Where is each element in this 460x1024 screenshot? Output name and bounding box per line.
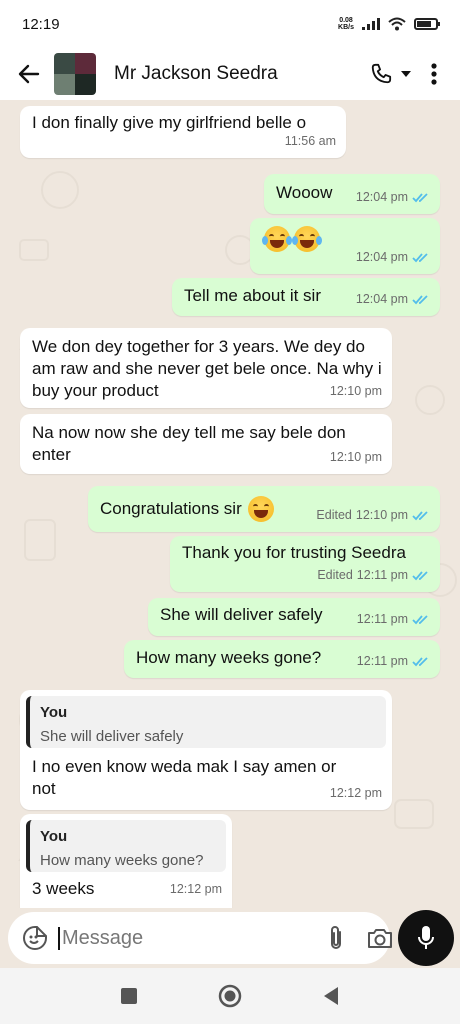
message-time: 12:10 pm xyxy=(329,384,382,398)
sticker-button[interactable] xyxy=(22,925,48,951)
quoted-message[interactable]: You She will deliver safely xyxy=(26,696,386,748)
read-ticks-icon xyxy=(412,614,428,624)
microphone-icon xyxy=(418,926,434,949)
read-ticks-icon xyxy=(412,192,428,202)
message-outgoing[interactable]: Congratulations sir Edited 12:10 pm xyxy=(88,486,440,532)
message-time: 12:10 pm xyxy=(329,450,382,464)
message-incoming-reply[interactable]: You She will deliver safely I no even kn… xyxy=(20,690,392,810)
message-incoming[interactable]: I don finally give my girlfriend belle o… xyxy=(20,106,346,158)
message-incoming[interactable]: Na now now she dey tell me say bele don … xyxy=(20,414,392,474)
message-outgoing[interactable]: 12:04 pm xyxy=(250,218,440,274)
more-options-button[interactable] xyxy=(422,59,446,89)
message-time: 12:12 pm xyxy=(329,786,382,800)
dropdown-arrow-icon xyxy=(401,71,411,77)
message-input[interactable] xyxy=(58,926,327,950)
home-button[interactable] xyxy=(218,984,242,1008)
message-outgoing[interactable]: Thank you for trusting Seedra Edited 12:… xyxy=(170,536,440,592)
read-ticks-icon xyxy=(412,656,428,666)
message-time: 12:11 pm xyxy=(356,612,408,626)
message-text: 3 weeks xyxy=(32,879,95,898)
tears-of-joy-emoji xyxy=(262,226,292,252)
phone-icon xyxy=(371,63,392,84)
message-time: 12:04 pm xyxy=(355,250,408,264)
contact-name[interactable]: Mr Jackson Seedra xyxy=(114,63,370,85)
quoted-message[interactable]: You How many weeks gone? xyxy=(26,820,226,872)
camera-icon xyxy=(368,929,392,948)
message-outgoing[interactable]: She will deliver safely 12:11 pm xyxy=(148,598,440,636)
message-text: I no even know weda mak I say amen or no… xyxy=(32,757,337,798)
message-text: Wooow xyxy=(276,183,333,202)
read-ticks-icon xyxy=(412,294,428,304)
contact-avatar[interactable] xyxy=(54,53,96,95)
message-time: 12:12 pm xyxy=(169,882,222,896)
quote-text: She will deliver safely xyxy=(40,728,184,745)
message-time: 12:04 pm xyxy=(355,292,408,306)
status-icons: 0.08 KB/s xyxy=(338,17,440,31)
chat-area[interactable]: I don finally give my girlfriend belle o… xyxy=(0,100,460,908)
composer-bar xyxy=(0,908,460,968)
back-button[interactable] xyxy=(14,59,44,89)
message-text: Na now now she dey tell me say bele don … xyxy=(32,423,346,464)
message-text: Congratulations sir xyxy=(100,496,274,522)
battery-icon xyxy=(414,18,440,30)
quote-author: You xyxy=(40,828,68,845)
read-ticks-icon xyxy=(412,252,428,262)
message-time: 12:04 pm xyxy=(355,190,408,204)
system-nav-bar xyxy=(0,968,460,1024)
chat-header: Mr Jackson Seedra xyxy=(0,48,460,100)
message-outgoing[interactable]: Wooow 12:04 pm xyxy=(264,174,440,214)
message-time: 12:10 pm xyxy=(355,508,408,522)
net-speed: 0.08 KB/s xyxy=(338,17,354,31)
more-vertical-icon xyxy=(431,63,437,85)
wifi-icon xyxy=(388,17,406,31)
attach-button[interactable] xyxy=(327,925,345,951)
message-outgoing[interactable]: Tell me about it sir 12:04 pm xyxy=(172,278,440,316)
camera-button[interactable] xyxy=(367,927,393,949)
status-bar: 12:19 0.08 KB/s xyxy=(0,0,460,48)
sticker-icon xyxy=(23,926,47,950)
message-time: 11:56 am xyxy=(284,134,336,148)
recent-apps-button[interactable] xyxy=(120,987,138,1005)
paperclip-icon xyxy=(331,926,341,949)
message-box xyxy=(8,912,393,964)
message-time: 12:11 pm xyxy=(356,568,408,582)
back-arrow-icon xyxy=(18,64,40,84)
call-button[interactable] xyxy=(370,59,412,89)
message-text: Thank you for trusting Seedra xyxy=(182,543,406,562)
signal-icon xyxy=(362,18,380,30)
message-text: Tell me about it sir xyxy=(184,286,321,305)
status-time: 12:19 xyxy=(22,15,60,33)
message-time: 12:11 pm xyxy=(356,654,408,668)
edited-label: Edited xyxy=(316,508,352,522)
message-text: I don finally give my girlfriend belle o xyxy=(32,113,307,132)
back-nav-button[interactable] xyxy=(322,986,340,1006)
edited-label: Edited xyxy=(317,568,353,582)
message-text: She will deliver safely xyxy=(160,605,323,624)
message-incoming[interactable]: We don dey together for 3 years. We dey … xyxy=(20,328,392,408)
quote-text: How many weeks gone? xyxy=(40,852,204,869)
tears-of-joy-emoji xyxy=(292,226,322,252)
grinning-sweat-emoji xyxy=(247,496,274,522)
read-ticks-icon xyxy=(412,510,428,520)
message-outgoing[interactable]: How many weeks gone? 12:11 pm xyxy=(124,640,440,678)
message-incoming-reply[interactable]: You How many weeks gone? 3 weeks 12:12 p… xyxy=(20,814,232,908)
read-ticks-icon xyxy=(412,570,428,580)
voice-record-button[interactable] xyxy=(398,910,454,966)
emoji-face-with-tears-of-joy xyxy=(262,226,322,252)
quote-author: You xyxy=(40,704,68,721)
message-text: How many weeks gone? xyxy=(136,648,322,667)
